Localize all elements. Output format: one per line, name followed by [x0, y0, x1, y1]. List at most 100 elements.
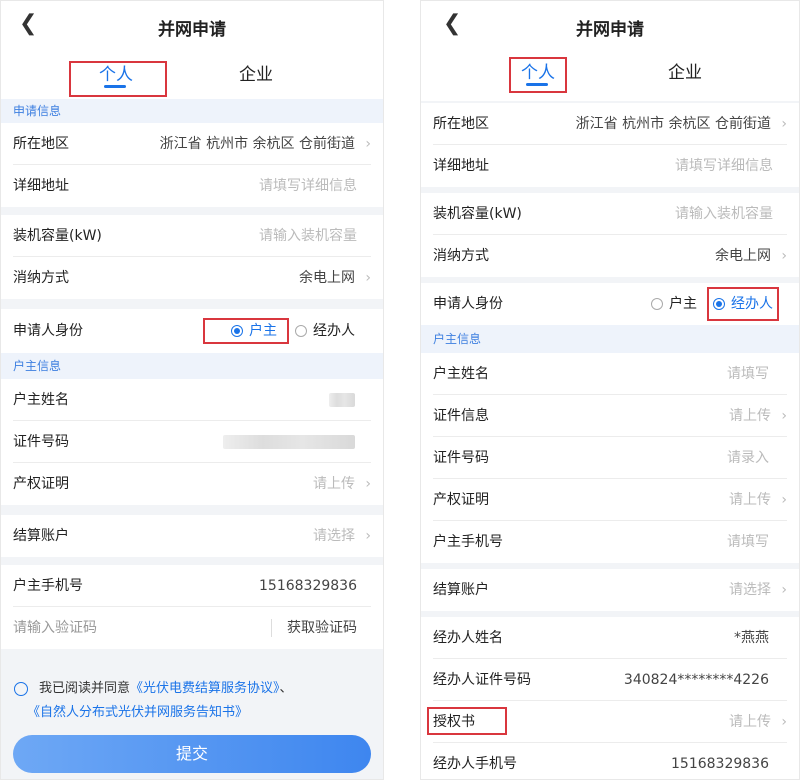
- row-account[interactable]: 结算账户 请选择 ›: [1, 515, 383, 557]
- consume-value: 余电上网: [715, 248, 771, 264]
- capacity-input[interactable]: 请输入装机容量: [259, 215, 357, 257]
- row-id-number[interactable]: 证件号码: [1, 421, 383, 463]
- agent-phone-value: 15168329836: [671, 756, 769, 772]
- property-label: 产权证明: [433, 492, 489, 508]
- chevron-right-icon: ›: [365, 136, 371, 152]
- owner-name-label: 户主姓名: [433, 366, 489, 382]
- account-label: 结算账户: [433, 582, 489, 598]
- address-label: 详细地址: [13, 178, 69, 194]
- id-number-input[interactable]: 请录入: [727, 437, 769, 479]
- spacer: [1, 299, 383, 309]
- submit-button[interactable]: 提交: [13, 735, 371, 773]
- tab-enterprise[interactable]: 企业: [645, 51, 725, 97]
- row-phone[interactable]: 户主手机号 15168329836: [1, 565, 383, 607]
- identity-label: 申请人身份: [433, 296, 503, 312]
- row-authorization[interactable]: 授权书 请上传 ›: [421, 701, 799, 743]
- chevron-right-icon: ›: [365, 528, 371, 544]
- row-owner-name[interactable]: 户主姓名 请填写: [421, 353, 799, 395]
- address-input[interactable]: 请填写详细信息: [675, 145, 773, 187]
- chevron-right-icon: ›: [781, 248, 787, 264]
- capacity-label: 装机容量(kW): [433, 206, 522, 222]
- row-cert[interactable]: 证件信息 请上传 ›: [421, 395, 799, 437]
- authorization-upload[interactable]: 请上传: [729, 701, 771, 743]
- highlight-box-identity: [203, 318, 289, 344]
- region-label: 所在地区: [13, 136, 69, 152]
- row-id-number[interactable]: 证件号码 请录入: [421, 437, 799, 479]
- code-input[interactable]: 请输入验证码: [13, 607, 97, 649]
- consume-value: 余电上网: [299, 270, 355, 286]
- blurred-owner-name: [329, 393, 355, 407]
- nav-bar: ❮ 并网申请: [1, 1, 383, 53]
- row-consume[interactable]: 消纳方式 余电上网 ›: [421, 235, 799, 277]
- account-label: 结算账户: [13, 528, 69, 544]
- agent-id-label: 经办人证件号码: [433, 672, 531, 688]
- agreement-link-settlement[interactable]: 《光伏电费结算服务协议》: [130, 681, 280, 696]
- agreement-link-notice[interactable]: 《自然人分布式光伏并网服务告知书》: [27, 705, 248, 720]
- spacer: [1, 505, 383, 515]
- id-number-label: 证件号码: [433, 450, 489, 466]
- get-code-button[interactable]: 获取验证码: [287, 607, 357, 649]
- account-select[interactable]: 请选择: [313, 515, 355, 557]
- row-owner-phone[interactable]: 户主手机号 请填写: [421, 521, 799, 563]
- row-property[interactable]: 产权证明 请上传 ›: [421, 479, 799, 521]
- radio-agent[interactable]: 经办人: [295, 309, 355, 353]
- right-phone-screen: ❮ 并网申请 个人 企业 所在地区 浙江省 杭州市 余杭区 仓前街道 › 详细地…: [420, 0, 800, 780]
- phone-label: 户主手机号: [13, 578, 83, 594]
- owner-name-input[interactable]: 请填写: [727, 353, 769, 395]
- divider: [271, 619, 272, 637]
- row-agent-id[interactable]: 经办人证件号码 340824********4226: [421, 659, 799, 701]
- agent-phone-label: 经办人手机号: [433, 756, 517, 772]
- cert-upload[interactable]: 请上传: [729, 395, 771, 437]
- chevron-right-icon: ›: [365, 270, 371, 286]
- row-address[interactable]: 详细地址 请填写详细信息: [421, 145, 799, 187]
- region-value: 浙江省 杭州市 余杭区 仓前街道: [575, 116, 771, 132]
- row-property[interactable]: 产权证明 请上传 ›: [1, 463, 383, 505]
- chevron-right-icon: ›: [781, 116, 787, 132]
- agent-name-label: 经办人姓名: [433, 630, 503, 646]
- agent-name-value: *燕燕: [734, 630, 769, 646]
- highlight-box-tab: [69, 61, 167, 97]
- page-title: 并网申请: [576, 20, 644, 40]
- property-label: 产权证明: [13, 476, 69, 492]
- row-capacity[interactable]: 装机容量(kW) 请输入装机容量: [421, 193, 799, 235]
- tab-enterprise[interactable]: 企业: [216, 53, 296, 99]
- agree-prefix: 我已阅读并同意: [39, 681, 131, 696]
- agent-id-value: 340824********4226: [623, 672, 769, 688]
- row-owner-name[interactable]: 户主姓名: [1, 379, 383, 421]
- agreement: 我已阅读并同意《光伏电费结算服务协议》、 《自然人分布式光伏并网服务告知书》: [1, 677, 383, 725]
- phone-value: 15168329836: [259, 578, 357, 594]
- chevron-right-icon: ›: [781, 582, 787, 598]
- owner-name-label: 户主姓名: [13, 392, 69, 408]
- identity-label: 申请人身份: [13, 323, 83, 339]
- agree-sep: 、: [279, 681, 293, 696]
- nav-bar: ❮ 并网申请: [421, 1, 799, 53]
- radio-unchecked-icon: [295, 325, 307, 337]
- row-region[interactable]: 所在地区 浙江省 杭州市 余杭区 仓前街道 ›: [1, 123, 383, 165]
- row-capacity[interactable]: 装机容量(kW) 请输入装机容量: [1, 215, 383, 257]
- region-label: 所在地区: [433, 116, 489, 132]
- address-input[interactable]: 请填写详细信息: [259, 165, 357, 207]
- row-agent-name[interactable]: 经办人姓名 *燕燕: [421, 617, 799, 659]
- property-upload[interactable]: 请上传: [729, 479, 771, 521]
- row-identity: 申请人身份 户主 经办人: [1, 309, 383, 353]
- account-select[interactable]: 请选择: [729, 569, 771, 611]
- row-region[interactable]: 所在地区 浙江省 杭州市 余杭区 仓前街道 ›: [421, 103, 799, 145]
- highlight-box-authorization: [427, 707, 507, 735]
- radio-agent-label: 经办人: [313, 323, 355, 339]
- row-account[interactable]: 结算账户 请选择 ›: [421, 569, 799, 611]
- property-upload[interactable]: 请上传: [313, 463, 355, 505]
- radio-unchecked-icon: [651, 298, 663, 310]
- owner-phone-input[interactable]: 请填写: [727, 521, 769, 563]
- capacity-input[interactable]: 请输入装机容量: [675, 193, 773, 235]
- row-consume[interactable]: 消纳方式 余电上网 ›: [1, 257, 383, 299]
- radio-owner[interactable]: 户主: [651, 283, 697, 325]
- tab-bar: 个人 企业: [1, 53, 383, 99]
- highlight-box-identity: [707, 287, 779, 321]
- region-value: 浙江省 杭州市 余杭区 仓前街道: [159, 136, 355, 152]
- consume-label: 消纳方式: [13, 270, 69, 286]
- agree-checkbox-icon[interactable]: [14, 682, 28, 696]
- chevron-right-icon: ›: [781, 408, 787, 424]
- row-agent-phone[interactable]: 经办人手机号 15168329836: [421, 743, 799, 779]
- section-header-owner: 户主信息: [421, 325, 799, 353]
- row-address[interactable]: 详细地址 请填写详细信息: [1, 165, 383, 207]
